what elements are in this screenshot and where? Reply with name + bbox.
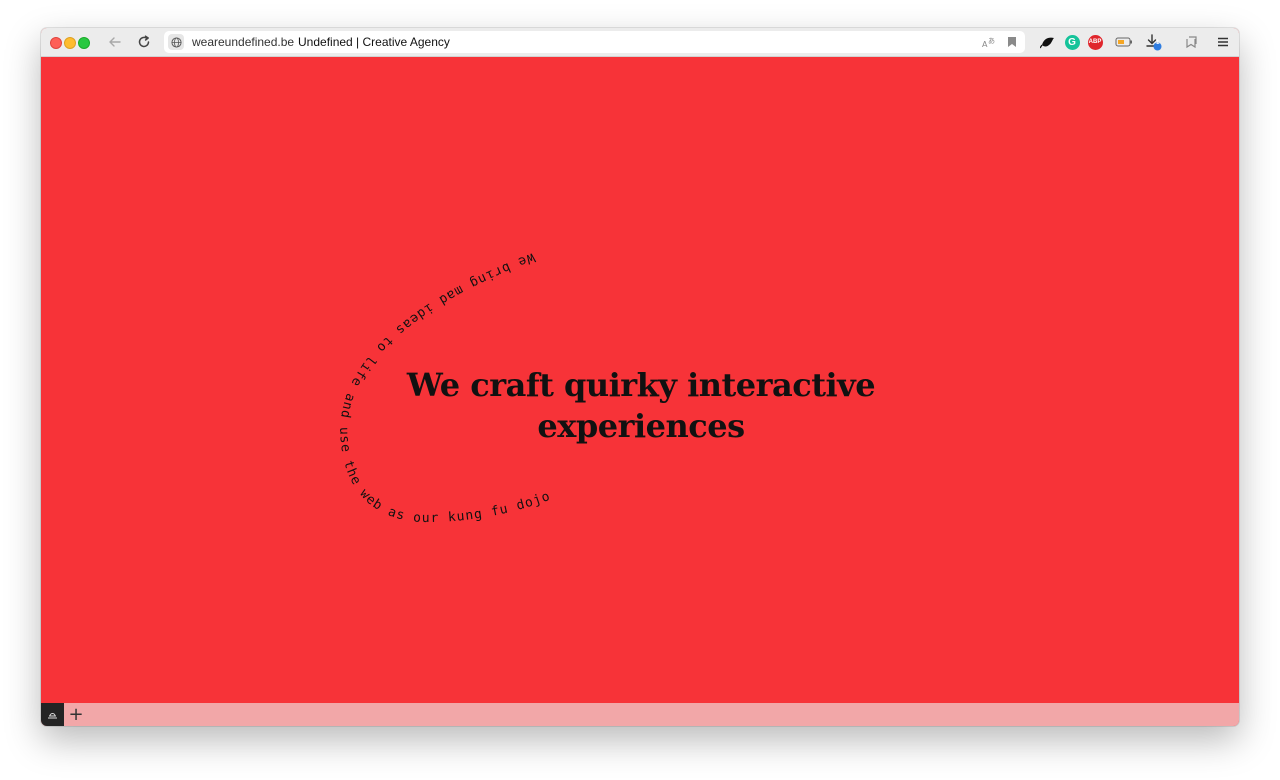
- reload-button[interactable]: [133, 32, 155, 52]
- scale-button[interactable]: [41, 703, 64, 726]
- headline-line-1: We craft quirky interactive: [406, 366, 876, 404]
- extension-bird-icon: [1040, 37, 1054, 49]
- close-window-button[interactable]: [50, 37, 62, 49]
- menu-icon: [1218, 37, 1228, 47]
- page-title: Undefined | Creative Agency: [298, 35, 450, 49]
- hero-headline: We craft quirky interactive experiences: [401, 365, 881, 447]
- browser-window: weareundefined.be Undefined | Creative A…: [41, 28, 1239, 726]
- sidebar-button[interactable]: [1180, 32, 1202, 52]
- back-button[interactable]: [104, 32, 126, 52]
- bookmark-button[interactable]: [1004, 34, 1020, 50]
- adblock-icon: ABP: [1087, 34, 1103, 50]
- reload-icon: [138, 35, 150, 48]
- page-content: We bring mad ideas to life and use the w…: [41, 57, 1239, 703]
- site-info-button[interactable]: [168, 34, 184, 50]
- bottom-bar: +: [41, 703, 1239, 726]
- extension-bird-button[interactable]: [1037, 32, 1059, 52]
- battery-icon: [1115, 37, 1132, 47]
- translate-button[interactable]: A あ: [981, 34, 997, 50]
- adblock-label: ABP: [1088, 39, 1102, 45]
- headline-line-2: experiences: [537, 407, 745, 445]
- plus-icon: +: [68, 704, 84, 725]
- grammarly-label: G: [1068, 36, 1076, 48]
- menu-button[interactable]: [1212, 32, 1234, 52]
- url-domain: weareundefined.be: [192, 35, 295, 49]
- grammarly-button[interactable]: G: [1061, 32, 1083, 52]
- battery-button[interactable]: [1113, 32, 1135, 52]
- adblock-button[interactable]: ABP: [1084, 32, 1106, 52]
- zoom-window-button[interactable]: [78, 37, 90, 49]
- add-button[interactable]: +: [66, 703, 86, 726]
- grammarly-icon: G: [1064, 34, 1080, 50]
- browser-toolbar: weareundefined.be Undefined | Creative A…: [41, 28, 1239, 57]
- download-count: 1: [1156, 40, 1160, 46]
- sidebar-icon: [1186, 36, 1197, 49]
- svg-text:あ: あ: [988, 37, 995, 45]
- address-bar[interactable]: weareundefined.be Undefined | Creative A…: [164, 31, 1025, 53]
- bookmark-icon: [1008, 37, 1016, 47]
- globe-icon: [170, 36, 182, 48]
- scale-icon: [48, 713, 57, 719]
- downloads-button[interactable]: 1: [1142, 32, 1164, 52]
- minimize-window-button[interactable]: [64, 37, 76, 49]
- translate-icon: A あ: [982, 37, 995, 49]
- back-arrow-icon: [109, 37, 121, 47]
